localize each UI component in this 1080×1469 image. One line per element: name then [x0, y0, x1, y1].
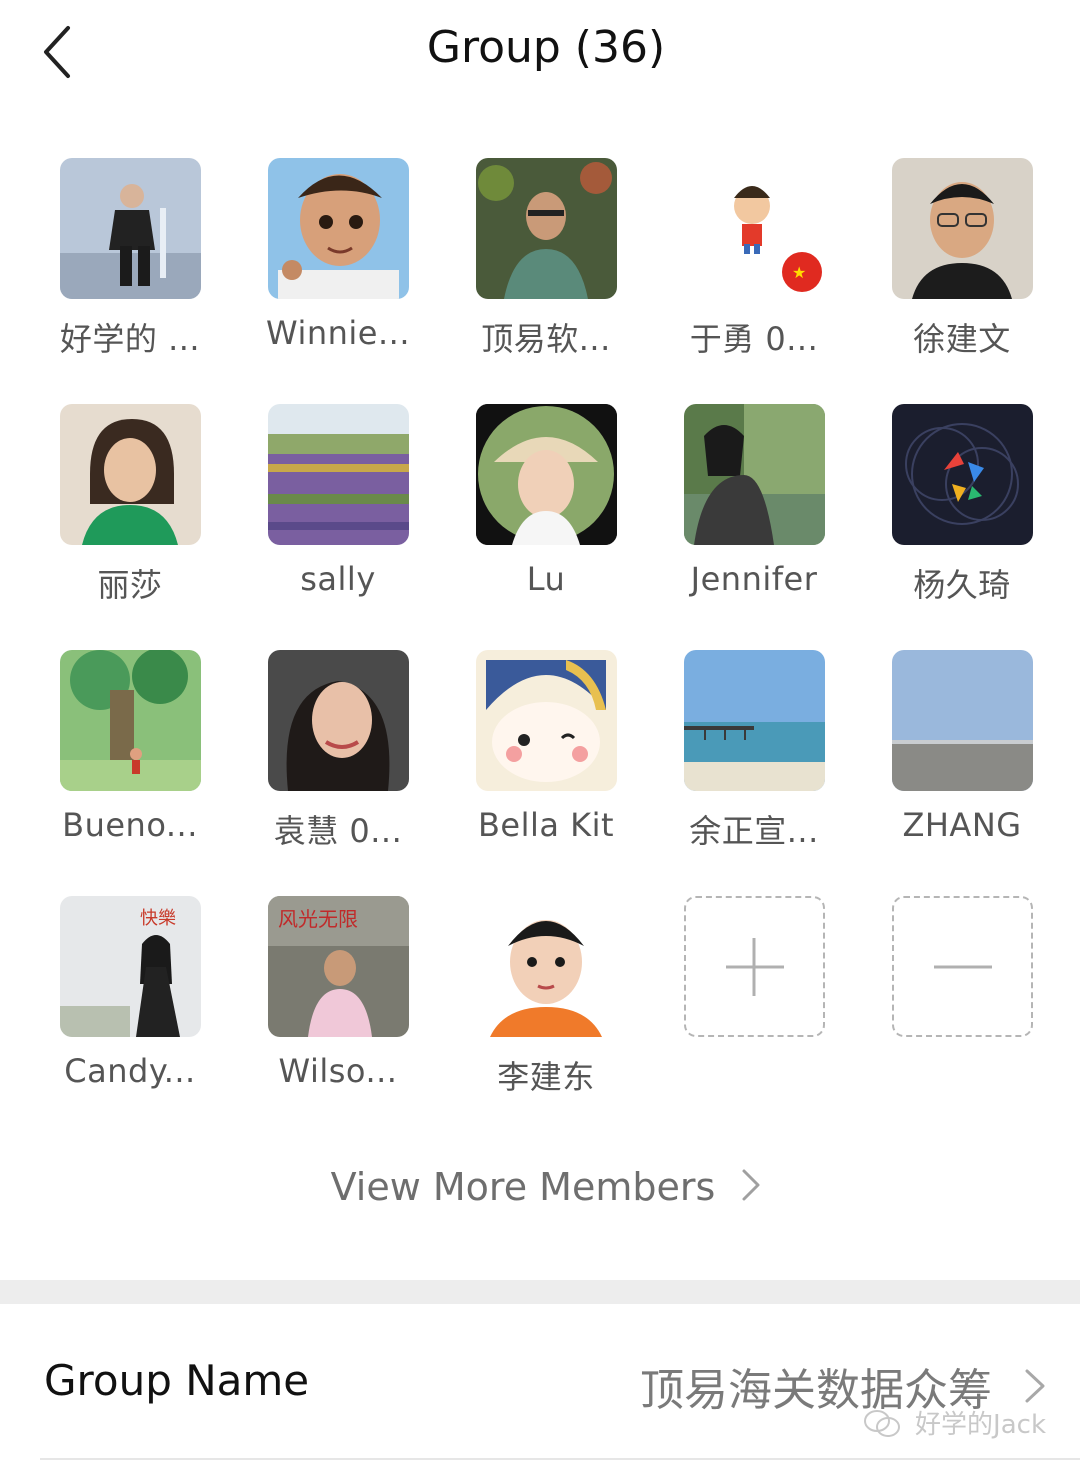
avatar: 风光无限 — [268, 896, 409, 1037]
member-item[interactable]: 杨久琦 — [858, 404, 1066, 624]
avatar — [892, 158, 1033, 299]
remove-member-box[interactable] — [892, 896, 1033, 1037]
avatar — [476, 404, 617, 545]
member-name: Lu — [526, 560, 566, 598]
nav-bar: Group (36) — [0, 0, 1080, 110]
member-item[interactable]: 好学的 ... — [26, 158, 234, 378]
svg-text:快樂: 快樂 — [140, 908, 176, 929]
member-item[interactable]: 顶易软... — [442, 158, 650, 378]
avatar — [684, 404, 825, 545]
avatar — [268, 650, 409, 791]
avatar — [60, 404, 201, 545]
member-name: Winnie... — [266, 314, 410, 352]
wechat-icon — [863, 1410, 900, 1437]
member-item[interactable]: Bueno... — [26, 650, 234, 870]
member-item[interactable]: ZHANG — [858, 650, 1066, 870]
avatar — [476, 650, 617, 791]
avatar — [684, 650, 825, 791]
avatar — [892, 404, 1033, 545]
member-item[interactable]: 李建东 — [442, 896, 650, 1116]
member-name: Bueno... — [62, 806, 198, 844]
avatar — [268, 404, 409, 545]
member-name: ZHANG — [902, 806, 1022, 844]
avatar: ★ — [684, 158, 825, 299]
member-name: 顶易软... — [481, 320, 611, 358]
add-member-button[interactable] — [650, 896, 858, 1116]
plus-icon — [726, 938, 784, 996]
watermark: 好学的Jack — [863, 1404, 1046, 1441]
member-name: Bella Kit — [477, 806, 615, 844]
member-name: 徐建文 — [913, 320, 1011, 358]
add-member-box[interactable] — [684, 896, 825, 1037]
avatar — [476, 158, 617, 299]
member-name: Wilso... — [278, 1052, 398, 1090]
member-name: Candy... — [64, 1052, 196, 1090]
member-name: 丽莎 — [97, 566, 163, 604]
member-item[interactable]: Winnie... — [234, 158, 442, 378]
member-name: 杨久琦 — [913, 566, 1011, 604]
member-item[interactable]: 快樂 Candy... — [26, 896, 234, 1116]
svg-text:风光无限: 风光无限 — [278, 907, 358, 931]
remove-member-button[interactable] — [858, 896, 1066, 1116]
member-name: Jennifer — [690, 560, 818, 598]
section-divider — [0, 1280, 1080, 1304]
member-item[interactable]: sally — [234, 404, 442, 624]
minus-icon — [934, 965, 992, 969]
member-item[interactable]: 风光无限 Wilso... — [234, 896, 442, 1116]
member-name: 袁慧 0... — [273, 812, 403, 850]
avatar — [60, 650, 201, 791]
view-more-label: View More Members — [330, 1165, 716, 1209]
avatar — [60, 158, 201, 299]
chevron-right-icon — [742, 1169, 760, 1201]
member-name: 于勇 0... — [689, 320, 819, 358]
avatar — [268, 158, 409, 299]
group-name-row[interactable]: Group Name 顶易海关数据众筹 好学的Jack — [0, 1304, 1080, 1464]
group-name-label: Group Name — [44, 1356, 310, 1405]
member-name: 李建东 — [497, 1058, 595, 1096]
view-more-members-link[interactable]: View More Members — [0, 1165, 1080, 1209]
member-item[interactable]: Jennifer — [650, 404, 858, 624]
avatar: 快樂 — [60, 896, 201, 1037]
chevron-right-icon — [1025, 1369, 1045, 1403]
member-item[interactable]: 丽莎 — [26, 404, 234, 624]
member-item[interactable]: Lu — [442, 404, 650, 624]
member-name: 余正宣... — [689, 812, 819, 850]
member-name: 好学的 ... — [59, 320, 201, 358]
page-title: Group (36) — [426, 22, 666, 73]
member-name: sally — [300, 560, 376, 598]
row-separator — [40, 1458, 1080, 1460]
member-item[interactable]: Bella Kit — [442, 650, 650, 870]
member-item[interactable]: 余正宣... — [650, 650, 858, 870]
member-item[interactable]: ★ 于勇 0... — [650, 158, 858, 378]
svg-text:★: ★ — [792, 263, 806, 282]
avatar — [476, 896, 617, 1037]
avatar — [892, 650, 1033, 791]
member-item[interactable]: 徐建文 — [858, 158, 1066, 378]
member-item[interactable]: 袁慧 0... — [234, 650, 442, 870]
watermark-text: 好学的Jack — [915, 1410, 1046, 1440]
